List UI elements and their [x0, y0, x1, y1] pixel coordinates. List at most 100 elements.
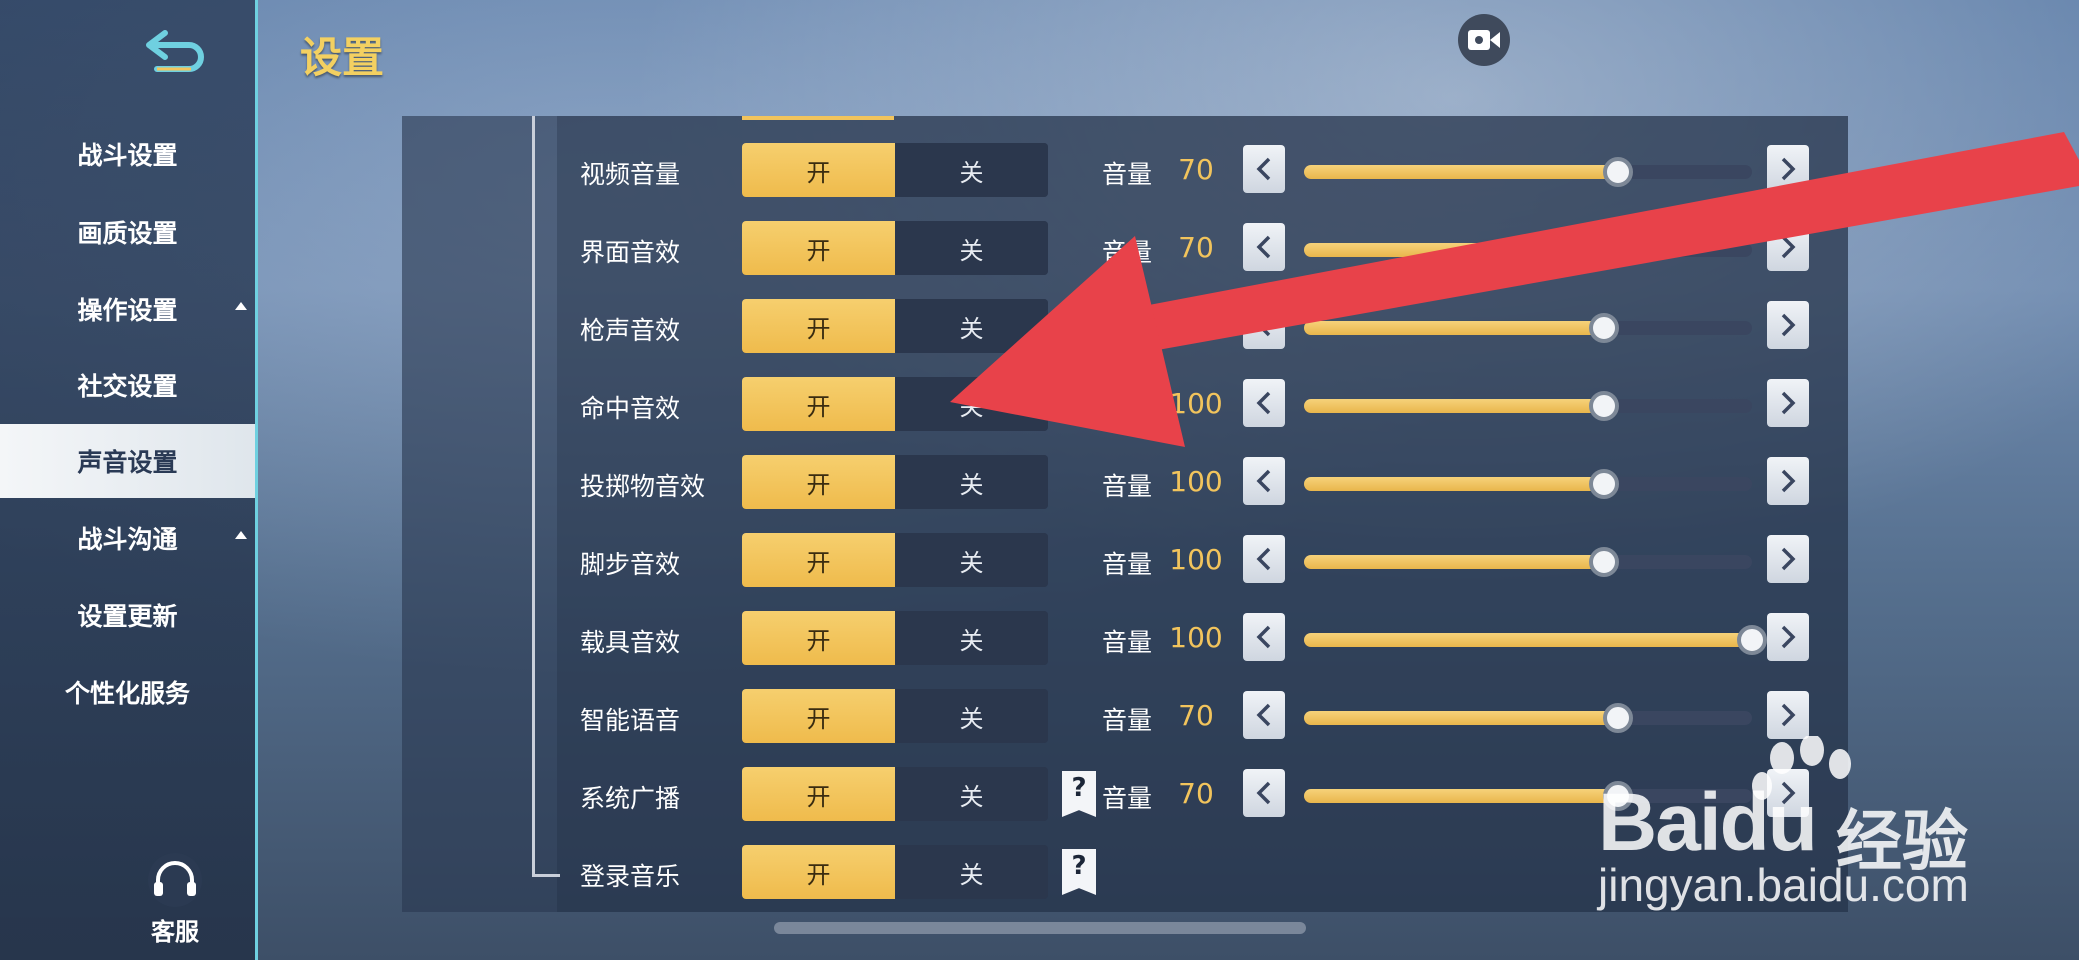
video-camera-icon: [1468, 30, 1500, 50]
on-off-toggle[interactable]: 开 关: [742, 845, 1048, 899]
help-icon[interactable]: ?: [1062, 849, 1096, 895]
on-off-toggle[interactable]: 开 关: [742, 767, 1048, 821]
customer-service-label: 客服: [151, 918, 199, 946]
watermark-brand: Baidu: [1598, 777, 1818, 868]
volume-increase-button[interactable]: [1767, 613, 1809, 661]
volume-increase-button[interactable]: [1767, 223, 1809, 271]
toggle-on-option[interactable]: 开: [742, 689, 895, 743]
volume-label: 音量: [1102, 316, 1153, 345]
volume-slider-fill: [1304, 477, 1604, 491]
chevron-right-icon: [1781, 703, 1796, 727]
toggle-off-option[interactable]: 关: [895, 845, 1048, 899]
volume-decrease-button[interactable]: [1243, 613, 1285, 661]
volume-slider[interactable]: [1304, 703, 1752, 733]
volume-increase-button[interactable]: [1767, 535, 1809, 583]
volume-increase-button[interactable]: [1767, 457, 1809, 505]
toggle-off-option[interactable]: 关: [895, 143, 1048, 197]
chevron-right-icon: [1781, 469, 1796, 493]
volume-slider-fill: [1304, 633, 1752, 647]
volume-increase-button[interactable]: [1767, 301, 1809, 349]
on-off-toggle[interactable]: 开 关: [742, 377, 1048, 431]
volume-slider[interactable]: [1304, 235, 1752, 265]
on-off-toggle[interactable]: 开 关: [742, 533, 1048, 587]
toggle-off-option[interactable]: 关: [895, 455, 1048, 509]
volume-label: 音量: [1102, 784, 1153, 813]
volume-slider-handle[interactable]: [1603, 235, 1633, 265]
toggle-on-option[interactable]: 开: [742, 377, 895, 431]
chevron-right-icon: [1781, 547, 1796, 571]
toggle-on-option[interactable]: 开: [742, 221, 895, 275]
volume-decrease-button[interactable]: [1243, 769, 1285, 817]
volume-decrease-button[interactable]: [1243, 223, 1285, 271]
toggle-on-option[interactable]: 开: [742, 533, 895, 587]
volume-increase-button[interactable]: [1767, 145, 1809, 193]
volume-decrease-button[interactable]: [1243, 145, 1285, 193]
chevron-right-icon: [1781, 235, 1796, 259]
horizontal-scrollbar[interactable]: [774, 922, 1306, 934]
on-off-toggle[interactable]: 开 关: [742, 221, 1048, 275]
on-off-toggle[interactable]: 开 关: [742, 143, 1048, 197]
help-icon[interactable]: ?: [1062, 771, 1096, 817]
chevron-left-icon: [1256, 703, 1271, 727]
toggle-on-option[interactable]: 开: [742, 611, 895, 665]
volume-slider[interactable]: [1304, 157, 1752, 187]
volume-decrease-button[interactable]: [1243, 379, 1285, 427]
volume-label: 音量: [1102, 394, 1153, 423]
toggle-off-option[interactable]: 关: [895, 689, 1048, 743]
volume-value: 70: [1178, 777, 1214, 810]
volume-slider-handle[interactable]: [1603, 157, 1633, 187]
scrolled-toggle-edge: [742, 116, 894, 120]
toggle-off-option[interactable]: 关: [895, 767, 1048, 821]
volume-slider-handle[interactable]: [1589, 313, 1619, 343]
volume-slider[interactable]: [1304, 547, 1752, 577]
volume-label: 音量: [1102, 238, 1153, 267]
volume-label: 音量: [1102, 550, 1153, 579]
setting-label: 界面音效: [580, 238, 681, 267]
toggle-off-option[interactable]: 关: [895, 611, 1048, 665]
volume-slider-handle[interactable]: [1589, 469, 1619, 499]
setting-label: 智能语音: [580, 706, 681, 735]
volume-increase-button[interactable]: [1767, 379, 1809, 427]
on-off-toggle[interactable]: 开 关: [742, 611, 1048, 665]
volume-increase-button[interactable]: [1767, 691, 1809, 739]
back-arrow-icon: [146, 30, 204, 72]
setting-label: 枪声音效: [580, 316, 681, 345]
back-button[interactable]: [140, 26, 212, 78]
volume-slider[interactable]: [1304, 625, 1767, 655]
toggle-on-option[interactable]: 开: [742, 767, 895, 821]
volume-value: 70: [1178, 699, 1214, 732]
volume-slider[interactable]: [1304, 391, 1752, 421]
toggle-on-option[interactable]: 开: [742, 455, 895, 509]
volume-decrease-button[interactable]: [1243, 691, 1285, 739]
volume-value: 100: [1169, 543, 1223, 576]
volume-label: 音量: [1102, 160, 1153, 189]
volume-slider[interactable]: [1304, 469, 1752, 499]
volume-slider-handle[interactable]: [1589, 547, 1619, 577]
volume-slider-handle[interactable]: [1603, 703, 1633, 733]
volume-decrease-button[interactable]: [1243, 535, 1285, 583]
chevron-right-icon: [1781, 625, 1796, 649]
setting-label: 视频音量: [580, 160, 681, 189]
toggle-off-option[interactable]: 关: [895, 221, 1048, 275]
toggle-on-option[interactable]: 开: [742, 845, 895, 899]
toggle-off-option[interactable]: 关: [895, 377, 1048, 431]
record-video-button[interactable]: [1458, 14, 1510, 66]
on-off-toggle[interactable]: 开 关: [742, 455, 1048, 509]
volume-slider-handle[interactable]: [1737, 625, 1767, 655]
setting-label: 载具音效: [580, 628, 681, 657]
volume-decrease-button[interactable]: [1243, 457, 1285, 505]
volume-slider[interactable]: [1304, 313, 1752, 343]
sound-setting-row: 枪声音效 开 关 音量: [0, 299, 2079, 355]
toggle-on-option[interactable]: 开: [742, 299, 895, 353]
volume-decrease-button[interactable]: [1243, 301, 1285, 349]
volume-slider-handle[interactable]: [1589, 391, 1619, 421]
on-off-toggle[interactable]: 开 关: [742, 299, 1048, 353]
toggle-on-option[interactable]: 开: [742, 143, 895, 197]
volume-value: 70: [1178, 231, 1214, 264]
toggle-off-option[interactable]: 关: [895, 533, 1048, 587]
volume-value: 100: [1169, 621, 1223, 654]
toggle-off-option[interactable]: 关: [895, 299, 1048, 353]
on-off-toggle[interactable]: 开 关: [742, 689, 1048, 743]
sound-setting-row: 界面音效 开 关 音量 70: [0, 221, 2079, 277]
volume-slider-fill: [1304, 321, 1604, 335]
